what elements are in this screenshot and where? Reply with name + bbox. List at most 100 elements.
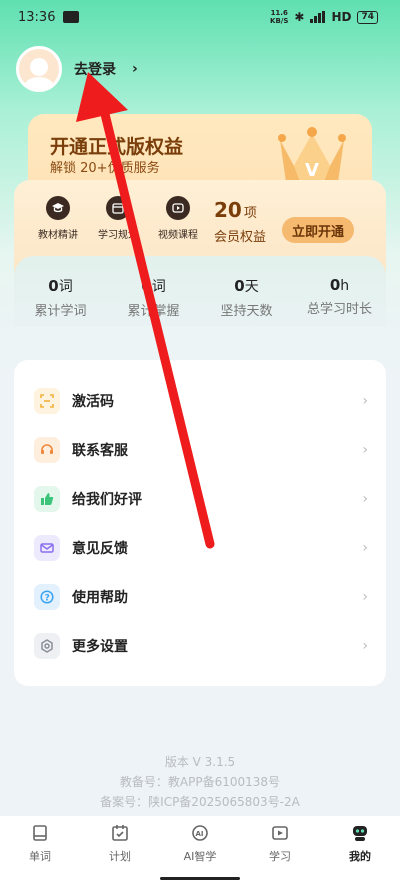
open-vip-button[interactable]: 立即开通: [282, 217, 354, 243]
version-text: 版本 V 3.1.5: [164, 755, 236, 769]
robot-icon: [349, 822, 371, 844]
graduation-cap-icon: [46, 196, 70, 220]
svg-text:V: V: [305, 160, 319, 181]
bluetooth-icon: ✱: [294, 10, 305, 24]
stat-number: 0: [141, 277, 152, 295]
chevron-right-icon: ›: [362, 441, 368, 458]
member-label: 会员权益: [214, 230, 267, 245]
chevron-right-icon: ›: [362, 588, 368, 605]
stat-unit: h: [340, 278, 350, 294]
tab-study[interactable]: 学习: [240, 816, 320, 888]
notification-icon: [63, 11, 80, 23]
stat-unit: 词: [151, 279, 166, 295]
stat-label: 累计掌握: [127, 304, 180, 319]
menu-item-activation-code[interactable]: 激活码 ›: [14, 376, 386, 425]
edu-record-text[interactable]: 教备号：教APP备6100138号: [0, 772, 400, 792]
thumbs-up-icon: [34, 485, 60, 512]
video-icon: [269, 822, 291, 844]
calendar-icon: [109, 822, 131, 844]
ai-icon: AI: [189, 822, 211, 844]
login-entry[interactable]: 去登录 ›: [16, 46, 138, 92]
chevron-right-icon: ›: [362, 539, 368, 556]
stat-words-mastered[interactable]: 0词 累计掌握: [107, 256, 200, 326]
menu-item-help[interactable]: ? 使用帮助 ›: [14, 572, 386, 621]
menu-label: 给我们好评: [72, 491, 142, 508]
menu-item-feedback[interactable]: 意见反馈 ›: [14, 523, 386, 572]
menu-item-contact-support[interactable]: 联系客服 ›: [14, 425, 386, 474]
chevron-right-icon: ›: [362, 490, 368, 507]
svg-text:AI: AI: [196, 830, 204, 838]
stat-label: 总学习时长: [306, 302, 372, 317]
headset-icon: [34, 436, 60, 463]
menu-item-rate-us[interactable]: 给我们好评 ›: [14, 474, 386, 523]
menu-card: 激活码 › 联系客服 › 给我们好评 › 意见反馈 › ? 使用帮助 › 更多设…: [14, 360, 386, 686]
stat-value: 0词: [48, 276, 72, 296]
benefit-label: 视频课程: [158, 230, 198, 241]
benefit-label: 学习规划: [98, 230, 138, 241]
version-info: 版本 V 3.1.5 教备号：教APP备6100138号 备案号：陕ICP备20…: [0, 752, 400, 812]
tab-plan[interactable]: 计划: [80, 816, 160, 888]
signal-icon: [310, 11, 326, 23]
tab-mine[interactable]: 我的: [320, 816, 400, 888]
benefit-video-course[interactable]: 视频课程: [158, 196, 198, 241]
stat-label: 累计学词: [34, 304, 87, 319]
bottom-tab-bar: 单词 计划 AI AI智学 学习 我的: [0, 816, 400, 888]
tab-words[interactable]: 单词: [0, 816, 80, 888]
benefit-list: 教材精讲 学习规划 视频课程: [38, 196, 198, 241]
avatar[interactable]: [16, 46, 62, 92]
network-speed: 11.6 KB/S: [270, 9, 288, 25]
benefit-study-plan[interactable]: 学习规划: [98, 196, 138, 241]
gear-icon: [34, 632, 60, 659]
book-icon: [29, 822, 51, 844]
menu-label: 更多设置: [72, 638, 128, 655]
login-label: 去登录: [74, 62, 116, 78]
vip-subtitle: 解锁 20+优质服务: [50, 161, 160, 176]
scan-icon: [34, 387, 60, 414]
menu-label: 联系客服: [72, 442, 128, 459]
stat-words-learned[interactable]: 0词 累计学词: [14, 256, 107, 326]
network-speed-value: 11.6: [270, 9, 288, 17]
stat-value: 0天: [234, 276, 258, 296]
home-indicator: [160, 877, 240, 880]
menu-label: 意见反馈: [72, 540, 128, 557]
menu-label: 使用帮助: [72, 589, 128, 606]
help-icon: ?: [34, 583, 60, 610]
stat-number: 0: [234, 277, 245, 295]
play-icon: [166, 196, 190, 220]
chevron-right-icon: ›: [362, 392, 368, 409]
stat-label: 坚持天数: [220, 304, 273, 319]
network-speed-unit: KB/S: [270, 17, 289, 25]
stat-study-hours[interactable]: 0h 总学习时长: [293, 256, 386, 326]
stat-streak-days[interactable]: 0天 坚持天数: [200, 256, 293, 326]
stat-number: 0: [48, 277, 59, 295]
menu-item-more-settings[interactable]: 更多设置 ›: [14, 621, 386, 670]
benefit-label: 教材精讲: [38, 230, 78, 241]
stat-unit: 天: [244, 279, 259, 295]
status-time: 13:36: [18, 9, 56, 25]
stats-row: 0词 累计学词 0词 累计掌握 0天 坚持天数 0h 总学习时长: [14, 256, 386, 326]
member-count-unit: 项: [243, 206, 257, 221]
signal-label: HD: [331, 10, 352, 24]
plan-icon: [106, 196, 130, 220]
svg-text:?: ?: [45, 593, 50, 603]
mail-icon: [34, 534, 60, 561]
tab-label: 计划: [109, 850, 131, 863]
stat-number: 0: [329, 276, 341, 294]
benefit-textbook[interactable]: 教材精讲: [38, 196, 78, 241]
menu-label: 激活码: [72, 393, 114, 410]
chevron-right-icon: ›: [362, 637, 368, 654]
battery-icon: 74: [357, 10, 378, 24]
stat-value: 0h: [330, 276, 349, 294]
tab-label: 我的: [349, 850, 371, 863]
member-count-number: 20: [214, 198, 242, 222]
tab-label: AI智学: [183, 850, 217, 863]
member-count: 20 项: [214, 198, 257, 222]
stat-value: 0词: [141, 276, 165, 296]
stat-unit: 词: [58, 279, 73, 295]
tab-label: 学习: [269, 850, 291, 863]
status-bar: 13:36 11.6 KB/S ✱ HD 74: [0, 0, 400, 34]
chevron-right-icon: ›: [132, 61, 138, 77]
tab-label: 单词: [29, 850, 51, 863]
icp-record-text[interactable]: 备案号：陕ICP备2025065803号-2A: [0, 792, 400, 812]
vip-title: 开通正式版权益: [50, 136, 184, 158]
